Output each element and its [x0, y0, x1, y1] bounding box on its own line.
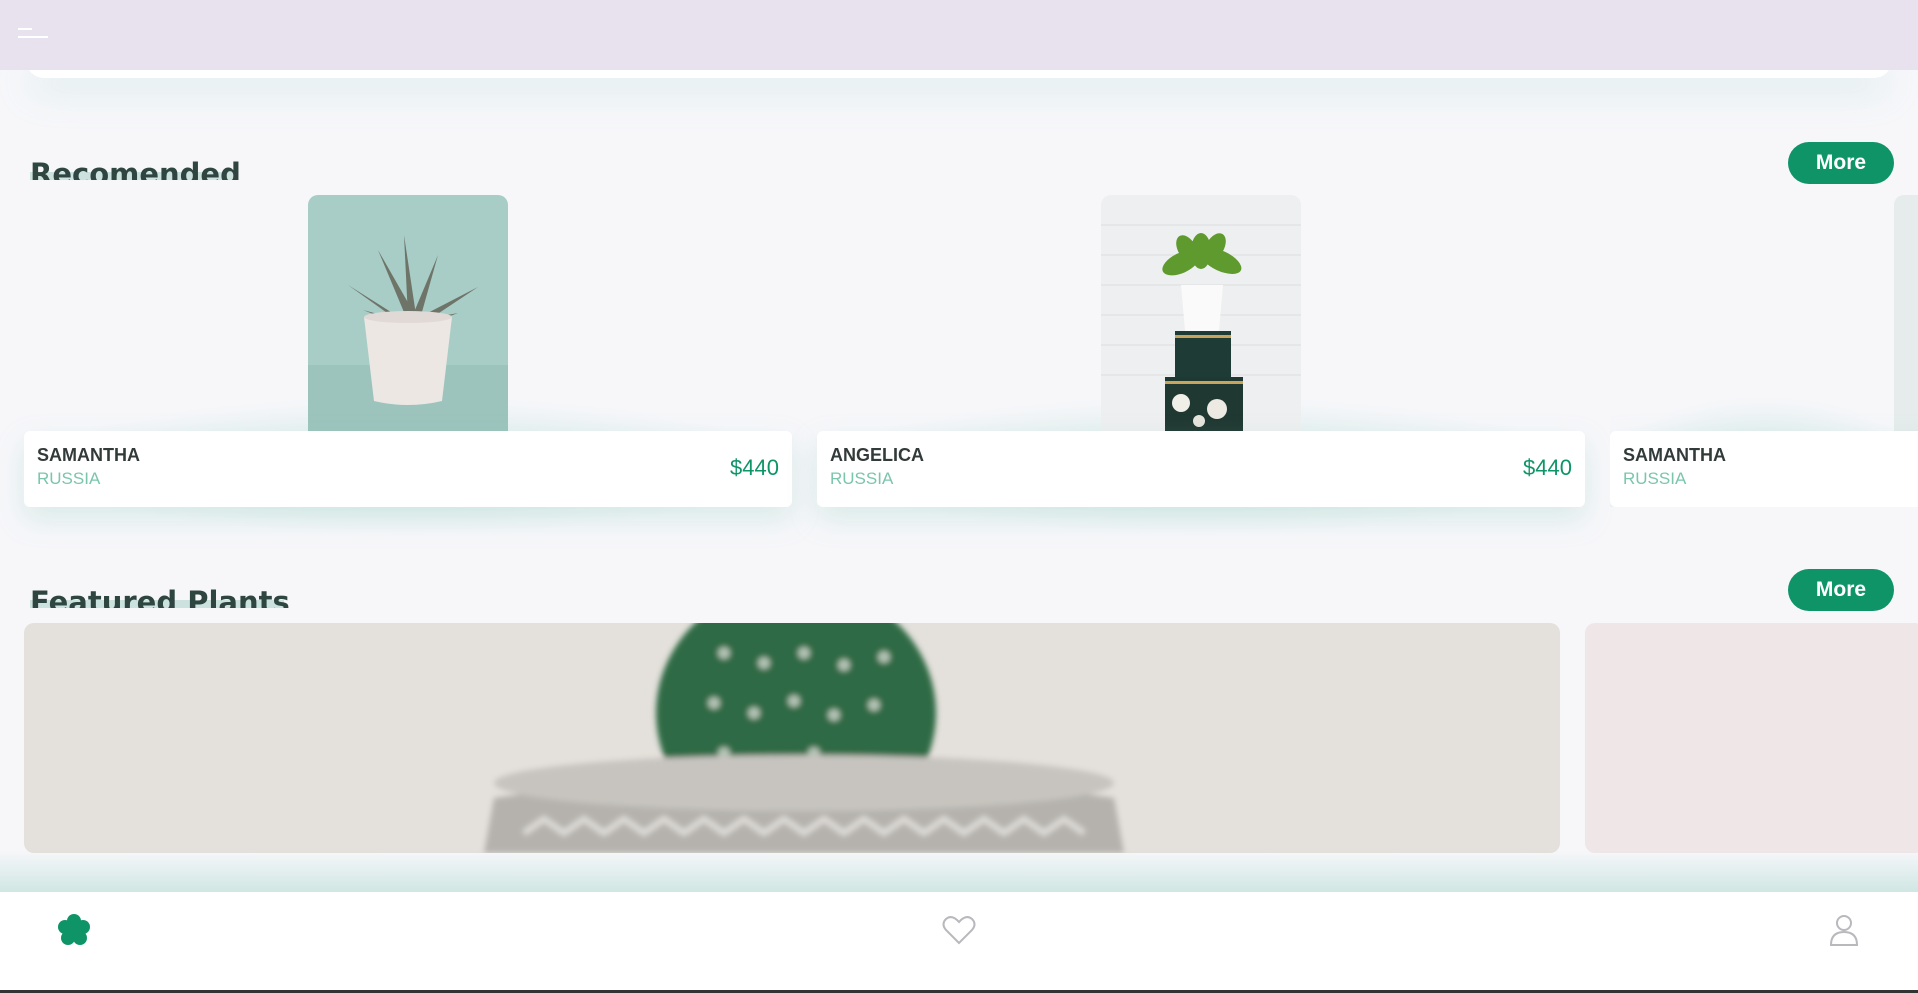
plant-image-partial	[1894, 195, 1918, 431]
plant-price: $440	[730, 455, 779, 480]
recommended-card[interactable]: ANGELICA RUSSIA $440	[817, 195, 1585, 535]
plant-price: $440	[1523, 455, 1572, 480]
recommended-card[interactable]: SAMANTHA RUSSIA $440	[24, 195, 792, 535]
plant-name: SAMANTHA	[1623, 445, 1726, 465]
featured-plant-card[interactable]	[24, 623, 1560, 853]
recommended-section-title: Recomended	[30, 154, 241, 180]
plant-country: RUSSIA	[37, 469, 101, 488]
recommended-card[interactable]: SAMANTHA RUSSIA	[1610, 195, 1918, 507]
recommended-more-button[interactable]: More	[1788, 142, 1894, 184]
menu-line	[18, 36, 48, 38]
plant-image-boxes	[1101, 195, 1301, 431]
heart-icon[interactable]	[941, 912, 977, 948]
plant-country: RUSSIA	[1623, 469, 1687, 488]
plant-name: ANGELICA	[830, 445, 924, 465]
card-info: SAMANTHA RUSSIA $440	[24, 431, 792, 507]
featured-plant-card-partial[interactable]	[1585, 623, 1918, 853]
plant-country: RUSSIA	[830, 469, 894, 488]
bottom-bar-glow	[0, 850, 1918, 895]
top-app-bar	[0, 0, 1918, 70]
user-icon[interactable]	[1826, 912, 1862, 948]
hamburger-menu-icon[interactable]	[18, 26, 50, 44]
plant-name: SAMANTHA	[37, 445, 140, 465]
card-info: ANGELICA RUSSIA $440	[817, 431, 1585, 507]
menu-line	[18, 28, 32, 30]
card-info: SAMANTHA RUSSIA	[1610, 431, 1918, 507]
featured-more-button[interactable]: More	[1788, 569, 1894, 611]
flower-icon[interactable]	[56, 912, 92, 948]
featured-section-title: Featured Plants	[30, 582, 290, 608]
plant-image-aloe	[308, 195, 508, 431]
